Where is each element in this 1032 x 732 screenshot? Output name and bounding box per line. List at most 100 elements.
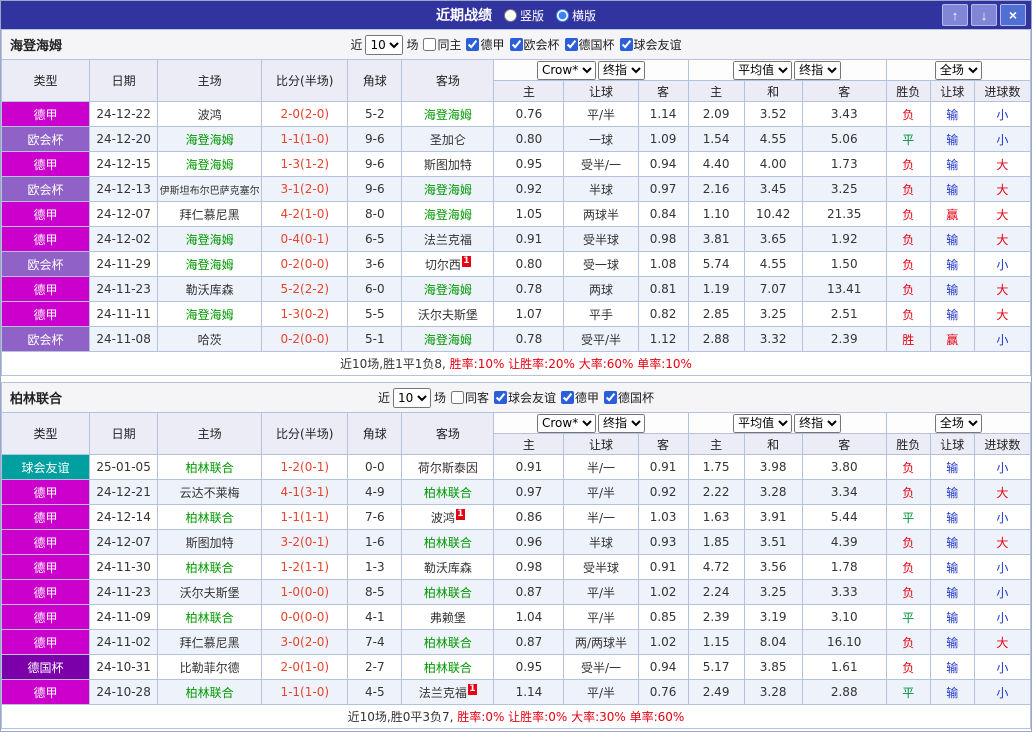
scroll-down-button[interactable]: ↓ <box>971 4 997 26</box>
avg-draw-odds-cell: 4.55 <box>743 126 803 152</box>
league-filter-checkbox-input[interactable] <box>509 38 523 51</box>
wdl-result-cell: 负 <box>885 479 931 505</box>
avg-draw-odds-cell: 3.28 <box>743 679 803 705</box>
away-team-cell: 波鸿 1 <box>401 504 495 530</box>
team-name-text: 海登海姆 <box>423 207 472 222</box>
away-team-cell: 圣加仑 <box>401 126 495 152</box>
column-header: 主场 <box>157 59 263 102</box>
sub-column-header: 主 <box>687 433 745 455</box>
avg-home-odds-cell: 2.39 <box>687 604 745 630</box>
filter-bar: 近 10 场 同客 球会友谊 德甲 德国杯 <box>378 387 654 408</box>
avg-home-odds-cell: 4.72 <box>687 554 745 580</box>
league-filter-checkbox-input[interactable] <box>564 38 578 51</box>
avg-draw-odds-cell: 3.25 <box>743 579 803 605</box>
sub-column-header: 进球数 <box>973 433 1031 455</box>
team-name-text: 柏林联合 <box>185 460 234 475</box>
crown-home-odds-cell: 0.78 <box>493 326 565 352</box>
odds-source-select[interactable]: 全场 <box>934 413 982 433</box>
crown-handicap-cell: 平/半 <box>563 679 639 705</box>
league-filter-checkbox[interactable]: 德国杯 <box>564 36 615 53</box>
league-filter-checkbox[interactable]: 德甲 <box>466 36 505 53</box>
team-name-text: 勒沃库森 <box>423 560 472 575</box>
layout-radio-horizontal[interactable]: 横版 <box>556 7 596 24</box>
match-row: 德甲 24-11-11 海登海姆 1-3(0-2) 5-5 沃尔夫斯堡 1.07 平手 0.82… <box>1 301 1031 327</box>
odds-group-header: 全场 <box>885 59 1031 81</box>
summary-row: 近10场,胜1平1负8, 胜率:10% 让胜率:20% 大率:60% 单率:10… <box>1 351 1031 376</box>
layout-radio-vertical[interactable]: 竖版 <box>503 7 544 24</box>
avg-home-odds-cell: 4.40 <box>687 151 745 177</box>
odds-group-header: 平均值 终指 <box>687 59 887 81</box>
sub-column-header: 进球数 <box>973 80 1031 102</box>
handicap-result-cell: 输 <box>929 226 975 252</box>
odds-source-select[interactable]: 终指 <box>794 413 842 433</box>
league-filter-checkbox-input[interactable] <box>466 38 480 51</box>
away-team-cell: 荷尔斯泰因 <box>401 454 495 480</box>
vertical-layout-radio-input[interactable] <box>503 8 517 22</box>
home-team-cell: 柏林联合 <box>157 604 263 630</box>
near-label: 近 <box>350 38 363 52</box>
league-filter-checkbox-input[interactable] <box>561 391 575 404</box>
match-row: 德甲 24-12-22 波鸿 2-0(2-0) 5-2 海登海姆 0.76 平/半 1.14 2.… <box>1 101 1031 127</box>
crown-handicap-cell: 半/一 <box>563 504 639 530</box>
avg-draw-odds-cell: 3.51 <box>743 529 803 555</box>
avg-home-odds-cell: 2.09 <box>687 101 745 127</box>
corner-cell: 4-9 <box>347 479 403 505</box>
avg-away-odds-cell: 2.39 <box>801 326 887 352</box>
score-cell: 1-1(1-1) <box>261 504 349 530</box>
crown-away-odds-cell: 0.98 <box>637 226 689 252</box>
same-venue-checkbox[interactable]: 同客 <box>450 389 489 406</box>
home-team-cell: 波鸿 <box>157 101 263 127</box>
column-header: 比分(半场) <box>261 59 349 102</box>
same-venue-checkbox[interactable]: 同主 <box>423 36 461 53</box>
odds-source-select[interactable]: Crow* <box>536 413 596 433</box>
date-cell: 24-11-23 <box>89 276 159 302</box>
league-filter-checkbox-input[interactable] <box>619 38 633 51</box>
team-name-text: 切尔西 <box>424 257 461 272</box>
odds-source-select[interactable]: 终指 <box>794 60 842 80</box>
sub-column-header: 让球 <box>563 80 639 102</box>
team-name-text: 柏林联合 <box>185 610 234 625</box>
odds-source-select[interactable]: 终指 <box>597 60 645 80</box>
same-venue-checkbox-input[interactable] <box>423 38 437 51</box>
wdl-result-cell: 负 <box>885 654 931 680</box>
goals-result-cell: 大 <box>973 176 1031 202</box>
league-filter-checkbox[interactable]: 球会友谊 <box>494 389 556 406</box>
league-cell: 德甲 <box>1 554 91 580</box>
titlebar: 近期战绩 竖版 横版 ↑ ↓ × <box>1 1 1031 29</box>
league-cell: 德甲 <box>1 101 91 127</box>
league-filter-checkbox[interactable]: 德国杯 <box>604 389 654 406</box>
odds-source-select[interactable]: 平均值 <box>733 60 793 80</box>
odds-source-select[interactable]: 平均值 <box>733 413 793 433</box>
close-button[interactable]: × <box>1000 4 1026 26</box>
corner-cell: 4-5 <box>347 679 403 705</box>
handicap-result-cell: 输 <box>929 301 975 327</box>
score-cell: 3-1(2-0) <box>261 176 349 202</box>
odds-source-select[interactable]: 终指 <box>597 413 645 433</box>
league-cell: 德甲 <box>1 679 91 705</box>
team-name-text: 柏林联合 <box>423 660 472 675</box>
crown-home-odds-cell: 0.91 <box>493 226 565 252</box>
league-filter-checkbox[interactable]: 欧会杯 <box>509 36 560 53</box>
league-filter-checkbox[interactable]: 德甲 <box>561 389 599 406</box>
league-filter-checkbox-input[interactable] <box>604 391 618 404</box>
crown-home-odds-cell: 0.80 <box>493 126 565 152</box>
sub-column-header: 客 <box>801 433 887 455</box>
goals-result-cell: 大 <box>973 201 1031 227</box>
same-venue-checkbox-input[interactable] <box>450 391 464 404</box>
wdl-result-cell: 平 <box>885 604 931 630</box>
odds-source-select[interactable]: 全场 <box>934 60 982 80</box>
scroll-up-button[interactable]: ↑ <box>942 4 968 26</box>
crown-home-odds-cell: 0.87 <box>493 579 565 605</box>
sub-column-header: 让球 <box>929 433 975 455</box>
odds-source-select[interactable]: Crow* <box>536 60 596 80</box>
league-filter-checkbox[interactable]: 球会友谊 <box>619 36 682 53</box>
match-count-select[interactable]: 10 <box>392 387 431 408</box>
crown-handicap-cell: 两球半 <box>563 201 639 227</box>
score-cell: 0-4(0-1) <box>261 226 349 252</box>
horizontal-layout-radio-input[interactable] <box>556 8 569 22</box>
league-filter-checkbox-input[interactable] <box>494 391 507 404</box>
home-team-cell: 海登海姆 <box>157 301 263 327</box>
match-count-select[interactable]: 10 <box>365 34 404 55</box>
wdl-result-cell: 负 <box>885 101 931 127</box>
team-name-text: 弗赖堡 <box>429 610 466 625</box>
